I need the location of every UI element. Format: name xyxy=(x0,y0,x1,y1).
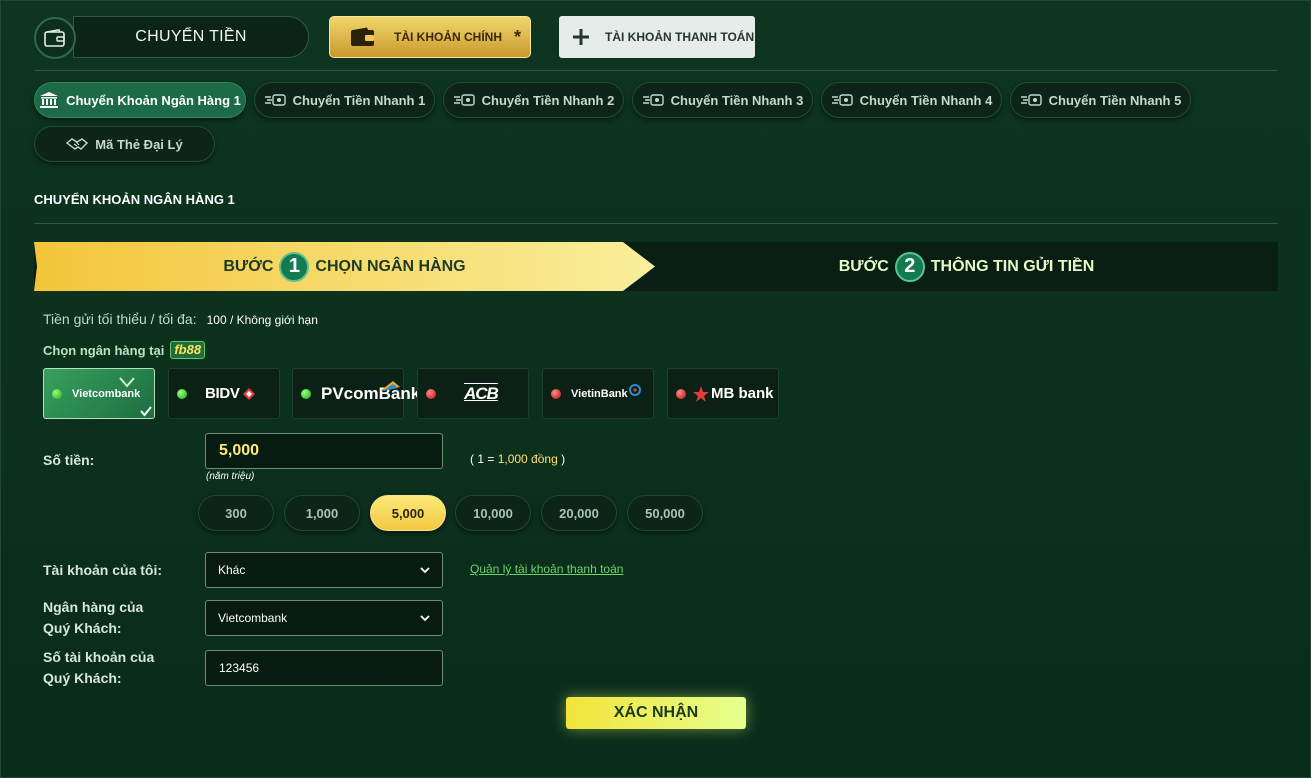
bank-option-vietcombank[interactable]: Vietcombank xyxy=(43,368,155,419)
customer-account-number-label: Số tài khoản của Quý Khách: xyxy=(43,649,155,686)
bidv-logo-icon xyxy=(242,387,255,400)
amount-input[interactable]: 5,000 xyxy=(205,433,443,469)
divider xyxy=(34,223,1278,224)
wallet-icon xyxy=(351,27,374,46)
account-number-input[interactable]: 123456 xyxy=(205,650,443,686)
tab-fast-transfer-1[interactable]: Chuyển Tiền Nhanh 1 xyxy=(254,82,435,118)
amount-chip-50000[interactable]: 50,000 xyxy=(627,495,703,531)
step-1: BƯỚC 1 CHỌN NGÂN HÀNG xyxy=(34,242,655,291)
divider xyxy=(34,70,1278,71)
tab-fast-transfer-3[interactable]: Chuyển Tiền Nhanh 3 xyxy=(632,82,813,118)
choose-bank-label: Chọn ngân hàng tại fb88 xyxy=(43,341,206,359)
tab-fast-transfer-2[interactable]: Chuyển Tiền Nhanh 2 xyxy=(443,82,624,118)
status-dot-online xyxy=(301,388,311,399)
customer-bank-select[interactable]: Vietcombank xyxy=(205,600,443,636)
plus-icon xyxy=(573,29,589,45)
tab-bank-transfer-1[interactable]: Chuyển Khoản Ngân Hàng 1 xyxy=(34,82,246,118)
handshake-icon xyxy=(66,138,89,150)
transfer-panel: CHUYỂN TIỀN TÀI KHOẢN CHÍNH * TÀI KHOẢN … xyxy=(0,0,1311,778)
bank-icon xyxy=(40,92,59,108)
bank-option-mbbank[interactable]: MB bank xyxy=(667,368,779,419)
amount-chip-10000[interactable]: 10,000 xyxy=(455,495,531,531)
manage-payment-accounts-link[interactable]: Quản lý tài khoản thanh toán xyxy=(470,562,623,576)
deposit-limits: Tiền gửi tối thiểu / tối đa: 100 / Không … xyxy=(43,311,318,327)
status-dot-offline xyxy=(551,388,561,399)
my-account-label: Tài khoản của tôi: xyxy=(43,562,163,578)
fast-transfer-icon xyxy=(642,94,664,106)
mbbank-star-icon xyxy=(693,385,709,402)
step-number: 2 xyxy=(894,251,925,282)
section-title: CHUYỂN KHOẢN NGÂN HÀNG 1 xyxy=(34,192,235,207)
amount-chip-5000[interactable]: 5,000 xyxy=(370,495,446,531)
bank-option-bidv[interactable]: BIDV xyxy=(168,368,280,419)
tab-agent-card[interactable]: Mã Thẻ Đại Lý xyxy=(34,126,215,162)
vietinbank-logo-icon xyxy=(628,383,641,396)
page-title: CHUYỂN TIỀN xyxy=(73,16,309,58)
status-dot-online xyxy=(177,388,187,399)
bank-option-vietinbank[interactable]: VietinBank xyxy=(542,368,654,419)
bank-option-pvcombank[interactable]: PVcomBank xyxy=(292,368,420,419)
my-account-select[interactable]: Khác xyxy=(205,552,443,588)
customer-bank-label: Ngân hàng của Quý Khách: xyxy=(43,599,144,636)
chevron-down-icon xyxy=(420,566,430,573)
fast-transfer-icon xyxy=(1020,94,1042,106)
amount-label: Số tiền: xyxy=(43,452,95,468)
vietcombank-logo-icon xyxy=(119,376,135,388)
pvcombank-logo-icon xyxy=(380,380,400,391)
status-dot-offline xyxy=(676,388,686,399)
fast-transfer-icon xyxy=(264,94,286,106)
confirm-button[interactable]: XÁC NHẬN xyxy=(566,697,746,729)
wallet-icon xyxy=(34,17,76,59)
main-account-button[interactable]: TÀI KHOẢN CHÍNH * xyxy=(329,16,531,58)
brand-badge: fb88 xyxy=(170,341,206,359)
step-2: BƯỚC 2 THÔNG TIN GỬI TIỀN xyxy=(655,242,1278,291)
amount-in-words: (năm triệu) xyxy=(206,471,255,482)
tab-fast-transfer-4[interactable]: Chuyển Tiền Nhanh 4 xyxy=(821,82,1002,118)
tab-fast-transfer-5[interactable]: Chuyển Tiền Nhanh 5 xyxy=(1010,82,1191,118)
amount-chip-300[interactable]: 300 xyxy=(198,495,274,531)
checkmark-icon xyxy=(140,406,152,417)
exchange-rate: ( 1 = 1,000 đồng ) xyxy=(470,452,566,466)
step-number: 1 xyxy=(279,251,310,282)
status-dot-online xyxy=(52,388,62,399)
chevron-down-icon xyxy=(420,614,430,621)
fast-transfer-icon xyxy=(831,94,853,106)
fast-transfer-icon xyxy=(453,94,475,106)
amount-chip-1000[interactable]: 1,000 xyxy=(284,495,360,531)
payment-account-button[interactable]: TÀI KHOẢN THANH TOÁN xyxy=(559,16,755,58)
status-dot-offline xyxy=(426,388,436,399)
amount-chip-20000[interactable]: 20,000 xyxy=(541,495,617,531)
bank-option-acb[interactable]: ACB xyxy=(417,368,529,419)
